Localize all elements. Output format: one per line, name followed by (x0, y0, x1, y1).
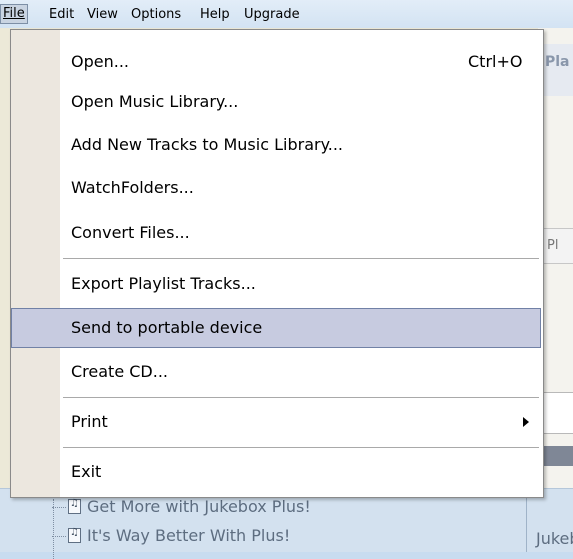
tree-item-label: It's Way Better With Plus! (87, 526, 291, 545)
menu-item-send-to-portable-device[interactable]: Send to portable device (11, 308, 541, 348)
music-file-icon (68, 498, 81, 514)
menu-item-add-new-tracks[interactable]: Add New Tracks to Music Library... (11, 125, 541, 165)
menu-item-create-cd[interactable]: Create CD... (11, 352, 541, 392)
menu-options[interactable]: Options (131, 6, 181, 24)
menu-upgrade-label: Upgrade (244, 7, 300, 22)
playlist-panel-header[interactable]: Pla (540, 44, 573, 96)
menu-item-label: Exit (71, 462, 102, 481)
menu-item-label: Export Playlist Tracks... (71, 274, 256, 293)
menu-item-open[interactable]: Open... Ctrl+O (11, 42, 541, 82)
menu-edit-label: Edit (49, 7, 75, 22)
menu-separator (63, 447, 539, 448)
menu-item-label: Create CD... (71, 362, 168, 381)
menu-item-export-playlist-tracks[interactable]: Export Playlist Tracks... (11, 264, 541, 304)
file-menu-dropdown: Open... Ctrl+O Open Music Library... Add… (10, 29, 544, 498)
menu-view[interactable]: View (87, 6, 118, 24)
music-file-icon (68, 527, 81, 543)
menu-item-label: Convert Files... (71, 223, 190, 242)
menu-item-label: Open Music Library... (71, 92, 239, 111)
menu-item-watchfolders[interactable]: WatchFolders... (11, 168, 541, 208)
playlist-column-header[interactable]: Pl (540, 228, 573, 264)
menu-help[interactable]: Help (200, 6, 230, 24)
pane-divider[interactable] (526, 489, 527, 552)
tree-item-jukebox-plus[interactable]: Get More with Jukebox Plus! (52, 497, 311, 516)
menu-item-exit[interactable]: Exit (11, 452, 541, 492)
menu-item-convert-files[interactable]: Convert Files... (11, 213, 541, 253)
menu-item-label: Print (71, 412, 108, 431)
right-panel-box (540, 392, 573, 434)
menu-item-label: WatchFolders... (71, 178, 194, 197)
right-pane-label: Jukeb (536, 529, 573, 548)
menu-view-label: View (87, 7, 118, 22)
menu-options-label: Options (131, 7, 182, 22)
tree-item-better-with-plus[interactable]: It's Way Better With Plus! (52, 526, 291, 545)
menu-item-label: Open... (71, 52, 129, 71)
menu-item-open-music-library[interactable]: Open Music Library... (11, 82, 541, 122)
menu-separator (63, 258, 539, 259)
menu-bar: File Edit View Options Help Upgrade (0, 0, 573, 28)
menu-item-print[interactable]: Print (11, 402, 541, 442)
menu-item-label: Add New Tracks to Music Library... (71, 135, 344, 154)
menu-item-shortcut: Ctrl+O (468, 52, 523, 71)
menu-separator (63, 397, 539, 398)
tree-item-label: Get More with Jukebox Plus! (87, 497, 311, 516)
menu-file-label: File (3, 6, 25, 21)
menu-upgrade[interactable]: Upgrade (244, 6, 300, 24)
menu-edit[interactable]: Edit (49, 6, 74, 24)
tree-connector (53, 499, 54, 559)
menu-item-label: Send to portable device (71, 318, 263, 337)
submenu-arrow-icon (523, 417, 529, 427)
right-panel-bar (540, 446, 573, 466)
menu-help-label: Help (200, 7, 230, 22)
menu-file[interactable]: File (0, 4, 28, 24)
